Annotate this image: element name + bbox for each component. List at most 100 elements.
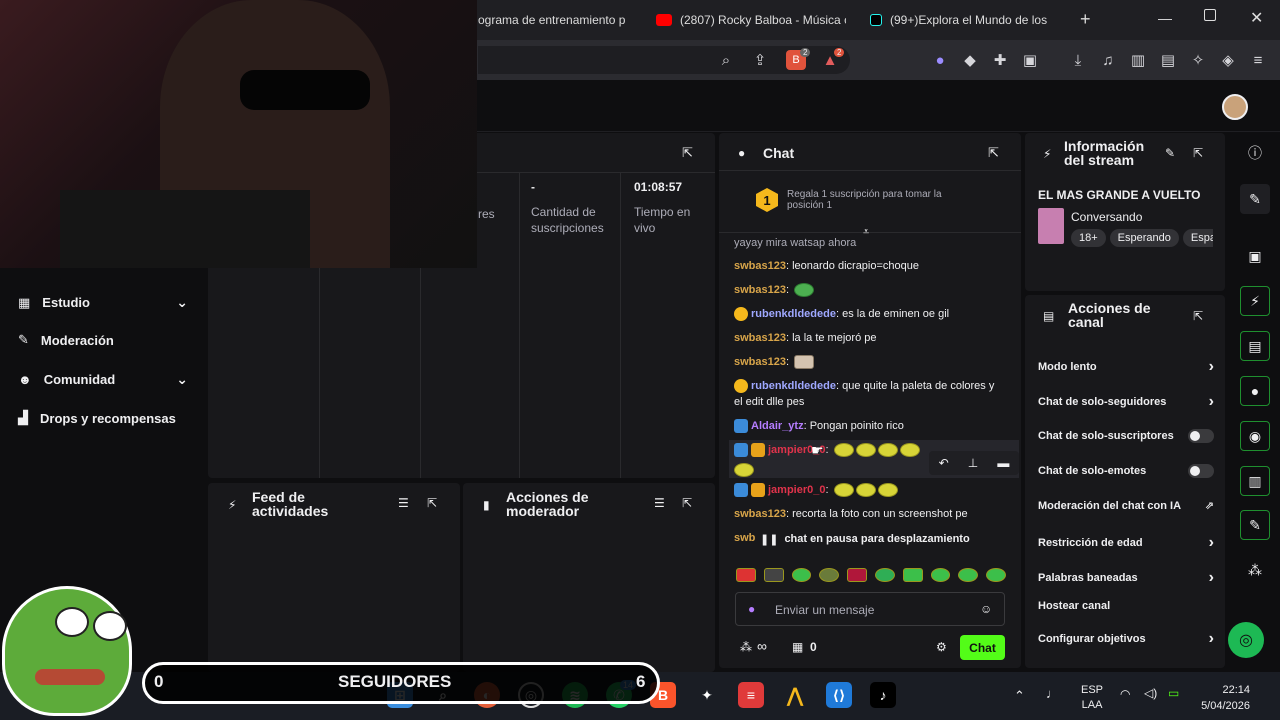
- language-indicator[interactable]: ESP LAA: [1081, 683, 1103, 713]
- chat-username[interactable]: swbas123: [734, 284, 786, 296]
- maximize-icon[interactable]: [1204, 9, 1216, 21]
- wrench-icon[interactable]: ✎: [1240, 510, 1270, 540]
- sidebar-item-moderacion[interactable]: ✎ Moderación: [18, 332, 188, 348]
- filter-icon[interactable]: ☰: [654, 496, 665, 510]
- sidebar-item-estudio[interactable]: ▦ Estudio ⌄: [18, 294, 188, 311]
- browser-tab[interactable]: (2807) Rocky Balboa - Música c: [656, 8, 846, 32]
- popout-icon[interactable]: ⇱: [1193, 309, 1203, 323]
- music-icon[interactable]: ♫: [1098, 50, 1118, 70]
- screenshot-icon[interactable]: ▣: [1020, 50, 1040, 70]
- app-icon[interactable]: ⋀: [782, 682, 808, 708]
- delete-icon[interactable]: ▬: [997, 456, 1009, 470]
- gift-sub-text[interactable]: Regala 1 suscripción para tomar la posic…: [787, 189, 967, 211]
- chat-username[interactable]: rubenkdldedede: [751, 308, 836, 320]
- chat-username[interactable]: swbas123: [734, 508, 786, 520]
- chat-username[interactable]: Aldair_ytz: [751, 420, 804, 432]
- app-icon[interactable]: ✦: [694, 682, 720, 708]
- emote[interactable]: [958, 568, 979, 582]
- popout-icon[interactable]: ⇱: [988, 145, 999, 161]
- pin-icon[interactable]: ⊥: [968, 456, 978, 470]
- toggle-switch[interactable]: [1188, 464, 1214, 478]
- action-hostear-canal[interactable]: Hostear canal: [1038, 600, 1214, 612]
- wifi-icon[interactable]: ◠: [1120, 687, 1130, 701]
- popout-icon[interactable]: ⇱: [1193, 146, 1203, 160]
- vpn-icon[interactable]: ◈: [1218, 50, 1238, 70]
- vscode-icon[interactable]: ⟨⟩: [826, 682, 852, 708]
- channel-points-icon[interactable]: ⁂: [740, 640, 752, 654]
- action-moderacion-ia[interactable]: Moderación del chat con IA ⇗: [1038, 499, 1214, 513]
- info-icon[interactable]: ⓘ: [1240, 138, 1270, 168]
- channel-actions-panel: [1025, 295, 1225, 668]
- emote[interactable]: [819, 568, 840, 582]
- battery-icon[interactable]: ▭: [1168, 686, 1179, 700]
- popout-icon[interactable]: ⇱: [427, 496, 437, 510]
- volume-icon[interactable]: ◁): [1144, 686, 1157, 700]
- emoji-icon[interactable]: ☺: [980, 602, 992, 616]
- channel-icon[interactable]: ▥: [1240, 466, 1270, 496]
- send-chat-button[interactable]: Chat: [960, 635, 1005, 660]
- chat-username[interactable]: swbas123: [734, 356, 786, 368]
- popout-icon[interactable]: ⇱: [682, 496, 692, 510]
- settings-gear-icon[interactable]: ⚙: [936, 640, 947, 654]
- emote[interactable]: [847, 568, 867, 582]
- document-icon[interactable]: ▤: [1240, 331, 1270, 361]
- pencil-icon[interactable]: ✎: [1240, 184, 1270, 214]
- microphone-icon[interactable]: ♩: [1046, 686, 1059, 701]
- new-tab-button[interactable]: +: [1080, 9, 1091, 30]
- extension-icon[interactable]: ◆: [960, 50, 980, 70]
- share-icon[interactable]: ⇪: [750, 50, 770, 70]
- action-palabras-baneadas[interactable]: Palabras baneadas ›: [1038, 569, 1214, 587]
- chat-username[interactable]: swbas123: [734, 260, 786, 272]
- toggle-switch[interactable]: [1188, 429, 1214, 443]
- action-solo-emotes[interactable]: Chat de solo-emotes: [1038, 464, 1214, 478]
- broadcast-icon[interactable]: ◉: [1240, 421, 1270, 451]
- zoom-icon[interactable]: ⌕: [716, 50, 736, 70]
- reply-icon[interactable]: ↶: [939, 456, 949, 470]
- menu-icon[interactable]: ≡: [1248, 50, 1268, 70]
- minimize-icon[interactable]: —: [1158, 10, 1172, 26]
- gift-icon[interactable]: ▦: [792, 640, 803, 654]
- emote[interactable]: [986, 568, 1006, 582]
- avatar[interactable]: [1222, 94, 1248, 120]
- emote[interactable]: [763, 568, 784, 582]
- screenshot-icon[interactable]: ▣: [1240, 241, 1270, 271]
- sidebar-item-drops[interactable]: ▟ Drops y recompensas: [18, 410, 188, 426]
- chat-bubble-icon[interactable]: ●: [1240, 376, 1270, 406]
- emote[interactable]: [736, 568, 756, 582]
- chat-paused-banner[interactable]: ❚❚ chat en pausa para desplazamiento: [760, 528, 1010, 550]
- clock[interactable]: 22:14 5/04/2026: [1200, 682, 1250, 714]
- browser-tab[interactable]: (99+)Explora el Mundo de los: [870, 8, 1056, 32]
- download-icon[interactable]: ⤓: [1068, 50, 1088, 70]
- leo-ai-icon[interactable]: ✧: [1188, 50, 1208, 70]
- emote[interactable]: [930, 568, 951, 582]
- emote[interactable]: [874, 568, 895, 582]
- chat-username[interactable]: jampier0_0: [768, 484, 825, 496]
- action-modo-lento[interactable]: Modo lento ›: [1038, 358, 1214, 376]
- action-configurar-objetivos[interactable]: Configurar objetivos ›: [1038, 630, 1214, 648]
- tiktok-icon[interactable]: ♪: [870, 682, 896, 708]
- browser-tab[interactable]: ograma de entrenamiento p: [478, 8, 634, 32]
- emote[interactable]: [902, 568, 923, 582]
- support-headset-icon[interactable]: ◎: [1228, 622, 1264, 658]
- pencil-icon[interactable]: ✎: [1165, 146, 1175, 160]
- action-restriccion-edad[interactable]: Restricción de edad ›: [1038, 534, 1214, 552]
- close-icon[interactable]: ✕: [1250, 8, 1263, 28]
- extensions-puzzle-icon[interactable]: ✚: [990, 50, 1010, 70]
- lightning-icon[interactable]: ⚡: [1240, 286, 1270, 316]
- popout-icon[interactable]: ⇱: [682, 145, 693, 161]
- sidebar-item-comunidad[interactable]: ☻ Comunidad ⌄: [18, 371, 188, 388]
- extension-icon[interactable]: ●: [930, 50, 950, 70]
- sidebar-toggle-icon[interactable]: ▥: [1128, 50, 1148, 70]
- apps-icon[interactable]: ⁂: [1240, 555, 1270, 585]
- action-solo-seguidores[interactable]: Chat de solo-seguidores ›: [1038, 393, 1214, 411]
- wallet-icon[interactable]: ▤: [1158, 50, 1178, 70]
- app-icon[interactable]: ≡: [738, 682, 764, 708]
- filter-icon[interactable]: ☰: [398, 496, 409, 510]
- chevron-up-icon[interactable]: ⌃: [1014, 688, 1025, 704]
- microphone-icon[interactable]: ●: [748, 602, 755, 616]
- chat-username[interactable]: swbas123: [734, 332, 786, 344]
- action-solo-suscriptores[interactable]: Chat de solo-suscriptores: [1038, 429, 1214, 443]
- chat-message: swbas123:: [734, 354, 1004, 370]
- emote[interactable]: [791, 568, 812, 582]
- chat-username[interactable]: rubenkdldedede: [751, 380, 836, 392]
